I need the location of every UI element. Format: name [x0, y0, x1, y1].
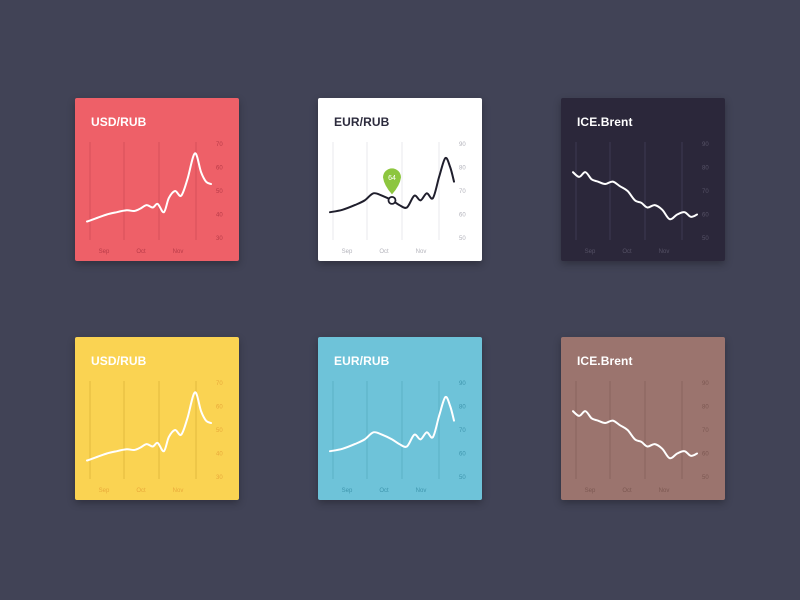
x-tick-label: Sep [99, 488, 110, 494]
y-tick-label: 50 [459, 475, 466, 481]
line-chart: Sep Oct Nov 70 60 50 40 30 [86, 142, 223, 255]
y-tick-label: 70 [702, 189, 709, 195]
y-tick-label: 40 [216, 452, 223, 458]
series-line [86, 391, 212, 462]
x-tick-label: Sep [99, 249, 110, 255]
y-tick-label: 70 [702, 428, 709, 434]
x-tick-label: Sep [585, 488, 596, 494]
y-tick-label: 80 [702, 405, 709, 411]
chart-card-usd-rub-red[interactable]: USD/RUB Sep Oct Nov 70 60 50 40 30 [75, 98, 239, 261]
line-chart: Sep Oct Nov 70 60 50 40 30 [86, 381, 223, 494]
y-tick-label: 60 [459, 213, 466, 219]
x-tick-label: Nov [416, 488, 427, 494]
series-line [329, 395, 455, 453]
y-tick-label: 60 [702, 452, 709, 458]
x-tick-label: Oct [379, 488, 389, 494]
x-tick-label: Oct [622, 488, 632, 494]
x-tick-label: Oct [622, 249, 632, 255]
y-tick-label: 50 [459, 236, 466, 242]
y-tick-label: 80 [459, 166, 466, 172]
line-chart: Sep Oct Nov 90 80 70 60 50 [329, 381, 466, 494]
y-tick-label: 90 [459, 142, 466, 148]
y-tick-label: 50 [702, 475, 709, 481]
series-line [86, 152, 212, 223]
x-tick-label: Sep [342, 488, 353, 494]
x-tick-label: Oct [136, 488, 146, 494]
x-tick-label: Nov [659, 488, 670, 494]
chart-card-usd-rub-yellow[interactable]: USD/RUB Sep Oct Nov 70 60 50 40 30 [75, 337, 239, 500]
x-tick-label: Oct [379, 249, 389, 255]
y-tick-label: 30 [216, 236, 223, 242]
y-tick-label: 50 [702, 236, 709, 242]
y-tick-label: 90 [702, 142, 709, 148]
series-line [572, 171, 698, 221]
y-tick-label: 60 [216, 405, 223, 411]
chart-card-eur-rub-blue[interactable]: EUR/RUB Sep Oct Nov 90 80 70 60 50 [318, 337, 482, 500]
y-tick-label: 60 [702, 213, 709, 219]
line-chart: Sep Oct Nov 90 80 70 60 50 [572, 381, 709, 494]
series-line [572, 410, 698, 460]
y-tick-label: 90 [459, 381, 466, 387]
y-tick-label: 50 [216, 428, 223, 434]
y-tick-label: 40 [216, 213, 223, 219]
x-tick-label: Sep [585, 249, 596, 255]
y-tick-label: 50 [216, 189, 223, 195]
y-tick-label: 70 [216, 381, 223, 387]
y-tick-label: 70 [459, 428, 466, 434]
x-tick-label: Nov [173, 249, 184, 255]
chart-card-eur-rub-white[interactable]: EUR/RUB Sep Oct Nov 90 80 70 60 50 64 [318, 98, 482, 261]
y-tick-label: 30 [216, 475, 223, 481]
y-tick-label: 70 [216, 142, 223, 148]
y-tick-label: 80 [459, 405, 466, 411]
y-tick-label: 60 [216, 166, 223, 172]
y-tick-label: 70 [459, 189, 466, 195]
x-tick-label: Nov [416, 249, 427, 255]
y-tick-label: 80 [702, 166, 709, 172]
chart-card-ice-brent-dark[interactable]: ICE.Brent Sep Oct Nov 90 80 70 60 50 [561, 98, 725, 261]
line-chart: Sep Oct Nov 90 80 70 60 50 [572, 142, 709, 255]
y-tick-label: 60 [459, 452, 466, 458]
value-marker-point [387, 196, 397, 205]
x-tick-label: Sep [342, 249, 353, 255]
line-chart: Sep Oct Nov 90 80 70 60 50 64 [329, 142, 466, 255]
value-marker-label: 64 [388, 175, 396, 182]
x-tick-label: Nov [659, 249, 670, 255]
y-tick-label: 90 [702, 381, 709, 387]
x-tick-label: Oct [136, 249, 146, 255]
chart-card-ice-brent-brown[interactable]: ICE.Brent Sep Oct Nov 90 80 70 60 50 [561, 337, 725, 500]
x-tick-label: Nov [173, 488, 184, 494]
